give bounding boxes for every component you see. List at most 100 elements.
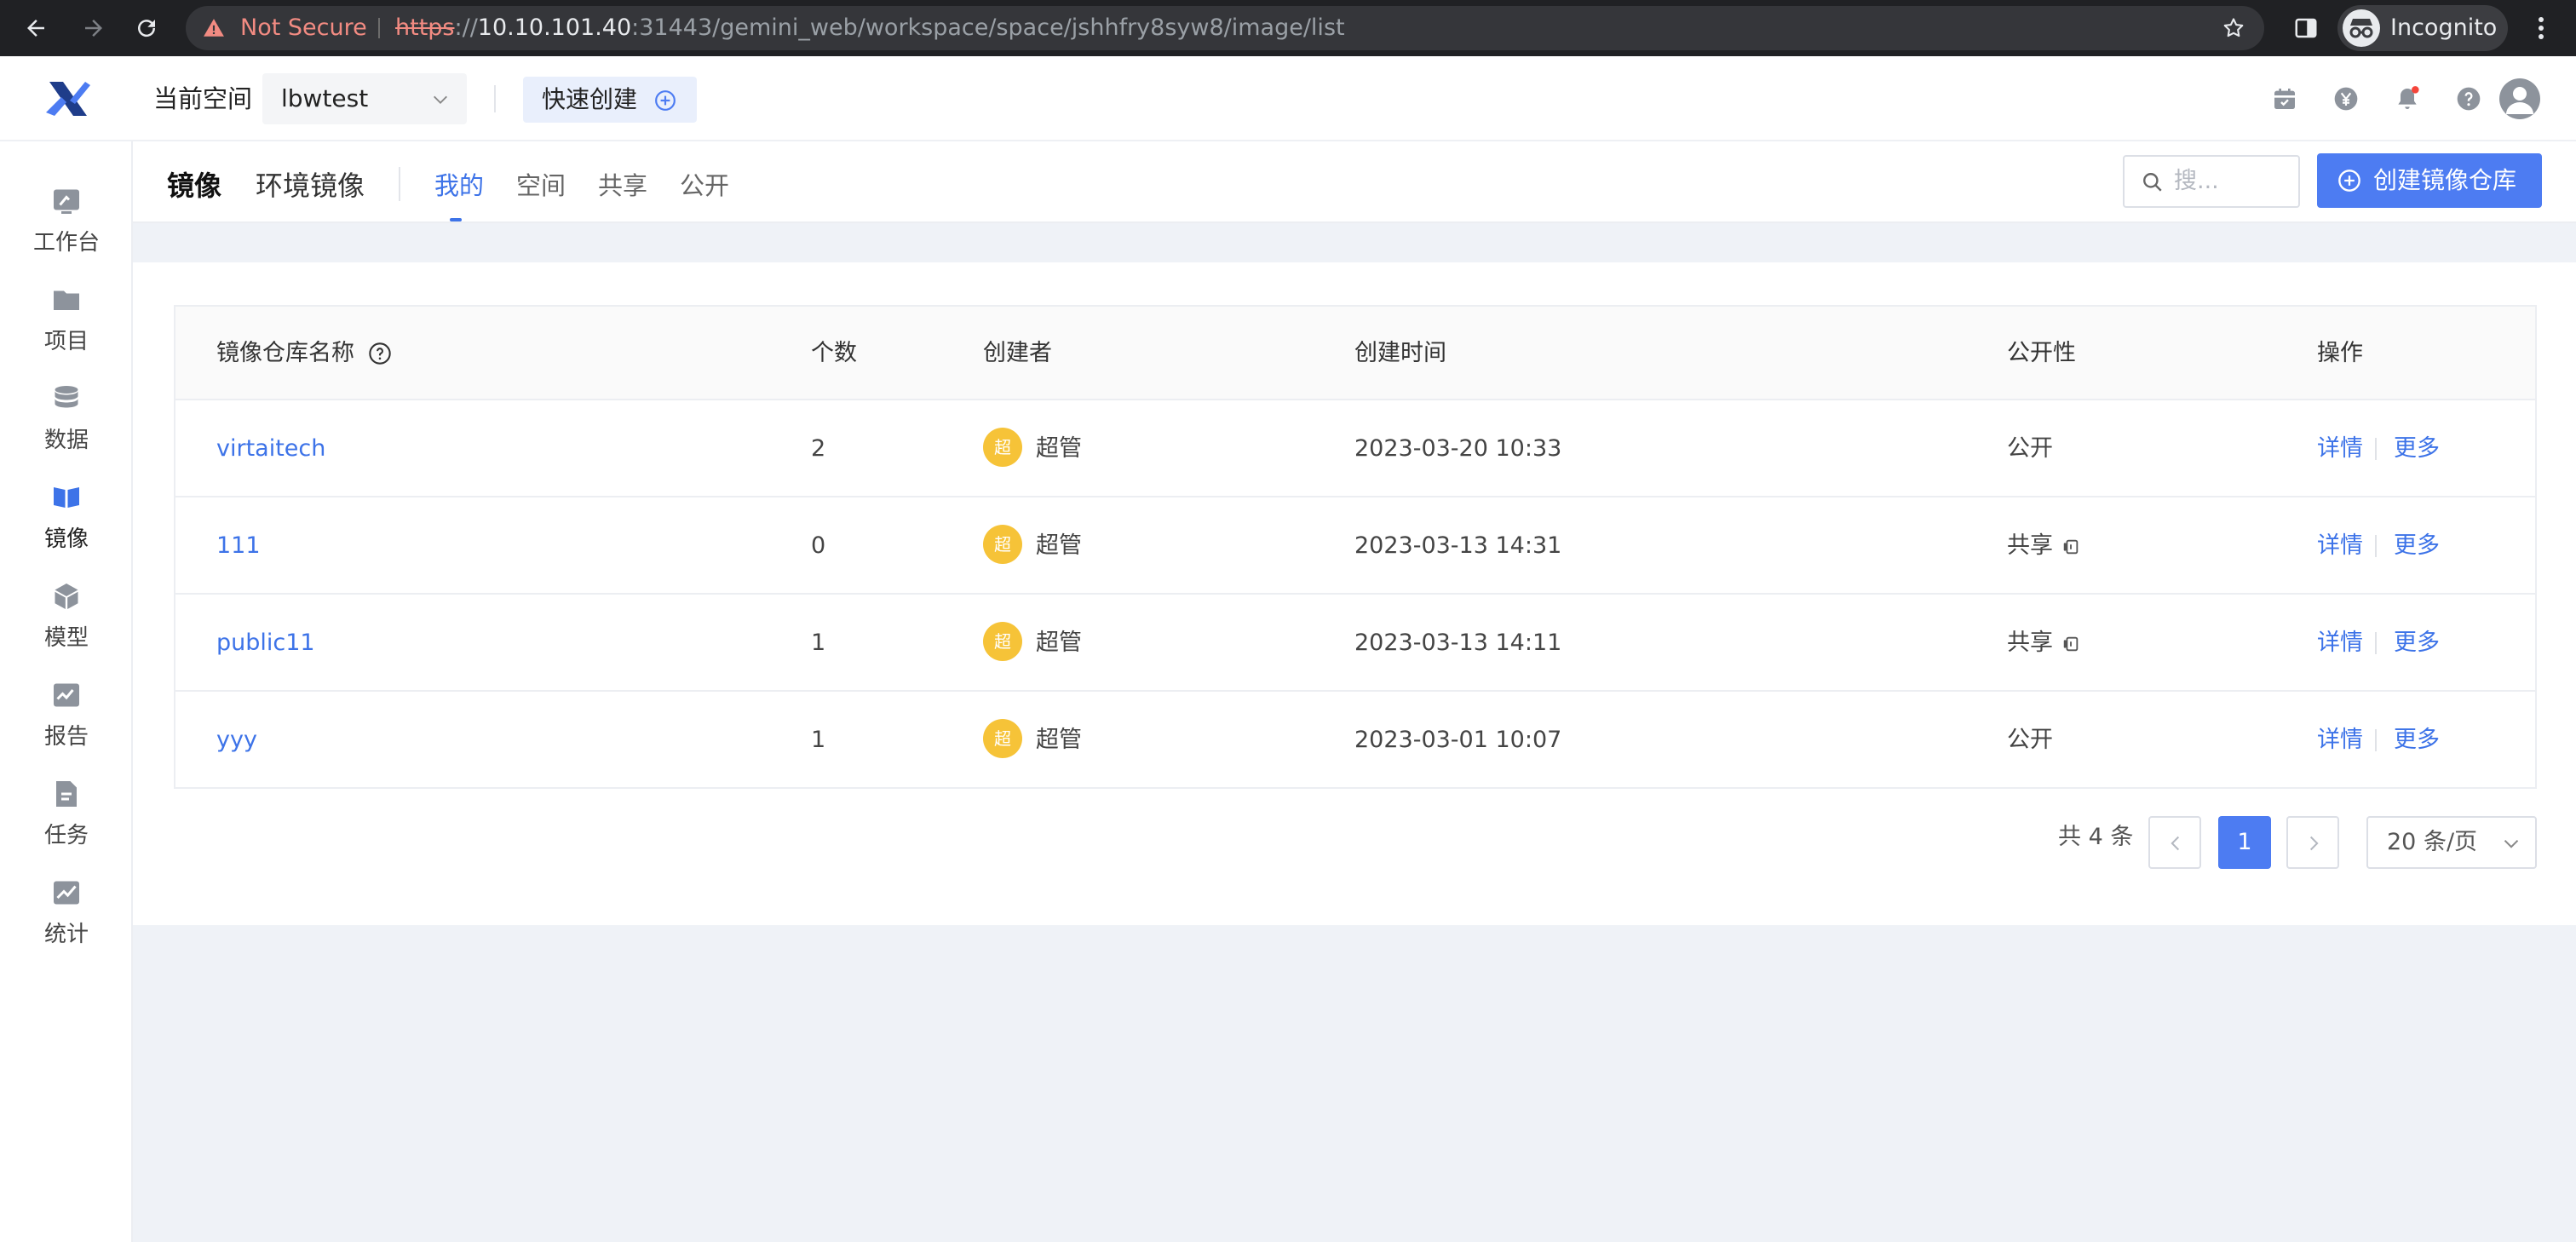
sidebar-item-models[interactable]: 模型 (0, 581, 133, 675)
more-link[interactable]: 更多 (2394, 692, 2440, 789)
divider (2375, 535, 2377, 557)
column-header-visibility: 公开性 (2007, 340, 2076, 366)
address-bar[interactable]: Not Secure https://10.10.101.40:31443/ge… (186, 6, 2264, 50)
sidebar-item-reports[interactable]: 报告 (0, 680, 133, 773)
count-cell: 1 (811, 630, 826, 656)
side-panel-icon[interactable] (2293, 15, 2319, 41)
sidebar-item-tasks[interactable]: 任务 (0, 779, 133, 872)
forward-arrow-icon (85, 20, 102, 37)
tab-public[interactable]: 公开 (680, 141, 729, 230)
tab-space[interactable]: 空间 (516, 141, 566, 230)
divider (378, 18, 380, 38)
page-button-current[interactable]: 1 (2218, 816, 2271, 869)
repository-name-link[interactable]: 111 (216, 497, 261, 595)
sidebar-item-projects[interactable]: 项目 (0, 285, 133, 378)
created-time-cell: 2023-03-20 10:33 (1354, 435, 1562, 462)
table-row: virtaitech 2 超 超管 2023-03-20 10:33 公开 详情… (175, 400, 2535, 497)
chart-icon (54, 881, 79, 905)
create-repository-button[interactable]: 创建镜像仓库 (2317, 153, 2542, 208)
search-icon (2143, 173, 2162, 192)
url-text: https://10.10.101.40:31443/gemini_web/wo… (395, 6, 1345, 50)
nav-title-env-images[interactable]: 环境镜像 (256, 141, 365, 230)
back-button[interactable] (12, 0, 60, 56)
sidebar-item-label: 统计 (43, 922, 89, 947)
more-link[interactable]: 更多 (2394, 595, 2440, 692)
repository-name-link[interactable]: public11 (216, 595, 315, 692)
sidebar-item-statistics[interactable]: 统计 (0, 877, 133, 971)
next-page-button[interactable] (2286, 816, 2339, 869)
sidebar-item-label: 模型 (43, 625, 89, 651)
task-icon (56, 781, 77, 807)
divider (2375, 729, 2377, 751)
browser-menu-icon[interactable] (2528, 12, 2554, 44)
sidebar-item-label: 镜像 (43, 526, 89, 552)
tab-mine[interactable]: 我的 (434, 141, 484, 230)
calendar-icon[interactable] (2271, 85, 2298, 112)
detail-link[interactable]: 详情 (2317, 595, 2363, 692)
app-header: 当前空间 lbwtest 快速创建 (0, 56, 2576, 141)
incognito-indicator[interactable]: Incognito (2337, 5, 2508, 51)
repository-name-link[interactable]: virtaitech (216, 400, 325, 497)
creator-cell: 超管 (1036, 532, 1082, 559)
notification-bell-icon[interactable] (2394, 85, 2421, 112)
visibility-cell: 共享 (2007, 595, 2080, 692)
user-avatar[interactable] (2499, 78, 2540, 119)
more-link[interactable]: 更多 (2394, 400, 2440, 497)
sidebar-item-label: 工作台 (32, 230, 100, 256)
sidebar-item-images[interactable]: 镜像 (0, 482, 133, 576)
currency-icon[interactable] (2332, 85, 2360, 112)
help-circle-icon[interactable] (368, 342, 392, 365)
forward-button[interactable] (70, 0, 118, 56)
space-select[interactable]: lbwtest (262, 73, 467, 124)
table-row: public11 1 超 超管 2023-03-13 14:11 共享 详情 更… (175, 595, 2535, 692)
search-placeholder: 搜... (2174, 168, 2219, 194)
sidebar-item-data[interactable]: 数据 (0, 383, 133, 477)
detail-link[interactable]: 详情 (2317, 692, 2363, 789)
share-info-icon[interactable] (2061, 635, 2080, 653)
sub-navigation: 镜像 环境镜像 我的 空间 共享 公开 搜... 创建镜像仓库 (133, 141, 2576, 223)
column-header-actions: 操作 (2317, 340, 2363, 366)
visibility-cell: 共享 (2007, 497, 2080, 595)
creator-cell: 超管 (1036, 727, 1082, 753)
repository-name-link[interactable]: yyy (216, 692, 257, 789)
sidebar-item-label: 项目 (43, 329, 89, 354)
quick-create-button[interactable]: 快速创建 (523, 77, 697, 123)
count-cell: 0 (811, 532, 826, 559)
database-icon (55, 386, 78, 408)
sidebar-item-workbench[interactable]: 工作台 (0, 186, 133, 279)
page-size-select[interactable]: 20 条/页 (2366, 816, 2537, 869)
table-header: 镜像仓库名称 个数 创建者 创建时间 公开性 操作 (175, 307, 2535, 400)
reload-button[interactable] (123, 0, 170, 56)
bookmark-star-icon[interactable] (2222, 16, 2245, 40)
left-sidebar: 工作台 项目 数据 镜像 模型 报告 任务 统计 (0, 141, 133, 1242)
url-scheme-sep: :// (454, 14, 478, 41)
chevron-down-icon (434, 95, 447, 104)
search-input[interactable]: 搜... (2123, 155, 2300, 208)
divider (2375, 632, 2377, 654)
help-icon[interactable] (2455, 85, 2482, 112)
column-header-created: 创建时间 (1354, 340, 1446, 366)
count-cell: 1 (811, 727, 826, 753)
create-repository-label: 创建镜像仓库 (2373, 166, 2517, 194)
created-time-cell: 2023-03-01 10:07 (1354, 727, 1562, 753)
creator-cell: 超管 (1036, 630, 1082, 656)
plus-circle-icon (655, 90, 676, 111)
visibility-label: 共享 (2007, 532, 2053, 559)
security-label: Not Secure (240, 14, 367, 41)
tab-shared[interactable]: 共享 (598, 141, 647, 230)
more-link[interactable]: 更多 (2394, 497, 2440, 595)
prev-page-button[interactable] (2148, 816, 2201, 869)
detail-link[interactable]: 详情 (2317, 497, 2363, 595)
chevron-right-icon (2309, 836, 2319, 851)
nav-title-images[interactable]: 镜像 (167, 141, 221, 230)
incognito-label: Incognito (2390, 14, 2498, 41)
url-host: 10.10.101.40 (477, 14, 632, 41)
creator-avatar: 超 (983, 719, 1022, 758)
detail-link[interactable]: 详情 (2317, 400, 2363, 497)
folder-icon (54, 290, 79, 310)
repository-table: 镜像仓库名称 个数 创建者 创建时间 公开性 操作 virtaitech 2 超… (174, 305, 2537, 789)
app-logo-icon[interactable] (44, 75, 92, 123)
content-card: 镜像仓库名称 个数 创建者 创建时间 公开性 操作 virtaitech 2 超… (133, 262, 2576, 925)
share-info-icon[interactable] (2061, 538, 2080, 556)
column-header-creator: 创建者 (983, 340, 1052, 366)
